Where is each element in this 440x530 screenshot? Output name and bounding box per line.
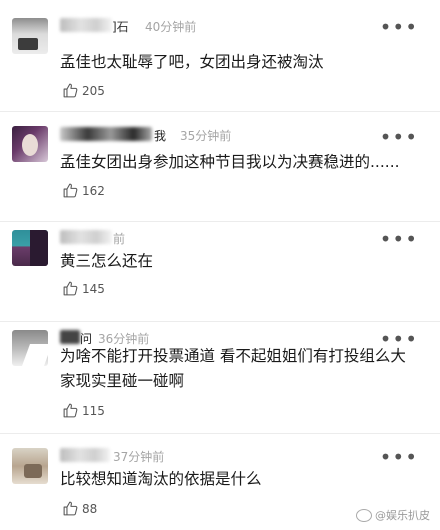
more-dots-icon[interactable]: ••• <box>380 329 418 349</box>
thumb-up-icon <box>63 83 78 98</box>
comment-item: 我 35分钟前 ••• 孟佳女团出身参加这种节目我以为决赛稳进的...... 1… <box>0 112 440 222</box>
comment-time: 35分钟前 <box>180 129 232 143</box>
more-dots-icon[interactable]: ••• <box>380 17 418 37</box>
comment-item: ]石 40分钟前 ••• 孟佳也太耻辱了吧，女团出身还被淘汰 205 <box>0 0 440 112</box>
more-dots-icon[interactable]: ••• <box>380 447 418 467</box>
avatar[interactable] <box>12 230 48 266</box>
like-button[interactable]: 205 <box>62 82 105 99</box>
thumb-up-icon <box>63 183 78 198</box>
comment-text: 比较想知道淘汰的依据是什么 <box>60 470 262 488</box>
thumb-up-icon <box>63 281 78 296</box>
avatar[interactable] <box>12 330 48 366</box>
watermark-text: @娱乐扒皮 <box>375 509 430 522</box>
like-count: 162 <box>82 183 105 198</box>
more-dots-icon[interactable]: ••• <box>380 127 418 147</box>
like-button[interactable]: 115 <box>62 402 105 419</box>
username-blurred[interactable] <box>60 18 112 32</box>
like-button[interactable]: 162 <box>62 182 105 199</box>
watermark: @娱乐扒皮 <box>356 507 430 523</box>
like-count: 88 <box>82 501 98 516</box>
avatar[interactable] <box>12 126 48 162</box>
comment-item: 问 36分钟前 ••• 为啥不能打开投票通道 看不起姐姐们有打投组么大家现实里碰… <box>0 322 440 434</box>
comment-text: 为啥不能打开投票通道 看不起姐姐们有打投组么大家现实里碰一碰啊 <box>60 347 406 390</box>
comment-text: 黄三怎么还在 <box>60 252 154 270</box>
more-dots-icon[interactable]: ••• <box>380 229 418 249</box>
comment-text: 孟佳女团出身参加这种节目我以为决赛稳进的...... <box>60 153 400 171</box>
like-button[interactable]: 88 <box>62 500 97 517</box>
comment-time: 前 <box>113 232 126 246</box>
username-blurred[interactable] <box>60 127 152 141</box>
thumb-up-icon <box>63 501 78 516</box>
username-blurred[interactable] <box>60 448 110 462</box>
like-button[interactable]: 145 <box>62 280 105 297</box>
avatar[interactable] <box>12 448 48 484</box>
weibo-icon <box>356 508 372 522</box>
thumb-up-icon <box>63 403 78 418</box>
comment-time: 40分钟前 <box>145 20 197 34</box>
like-count: 115 <box>82 403 105 418</box>
comment-item: 前 ••• 黄三怎么还在 145 <box>0 222 440 322</box>
like-count: 145 <box>82 281 105 296</box>
comment-time: 37分钟前 <box>113 450 165 464</box>
like-count: 205 <box>82 83 105 98</box>
comment-text: 孟佳也太耻辱了吧，女团出身还被淘汰 <box>60 53 324 71</box>
username-blurred[interactable] <box>60 330 80 344</box>
username-fragment: 我 <box>154 129 167 143</box>
avatar[interactable] <box>12 18 48 54</box>
username-fragment: ]石 <box>112 20 129 34</box>
username-blurred[interactable] <box>60 230 112 244</box>
